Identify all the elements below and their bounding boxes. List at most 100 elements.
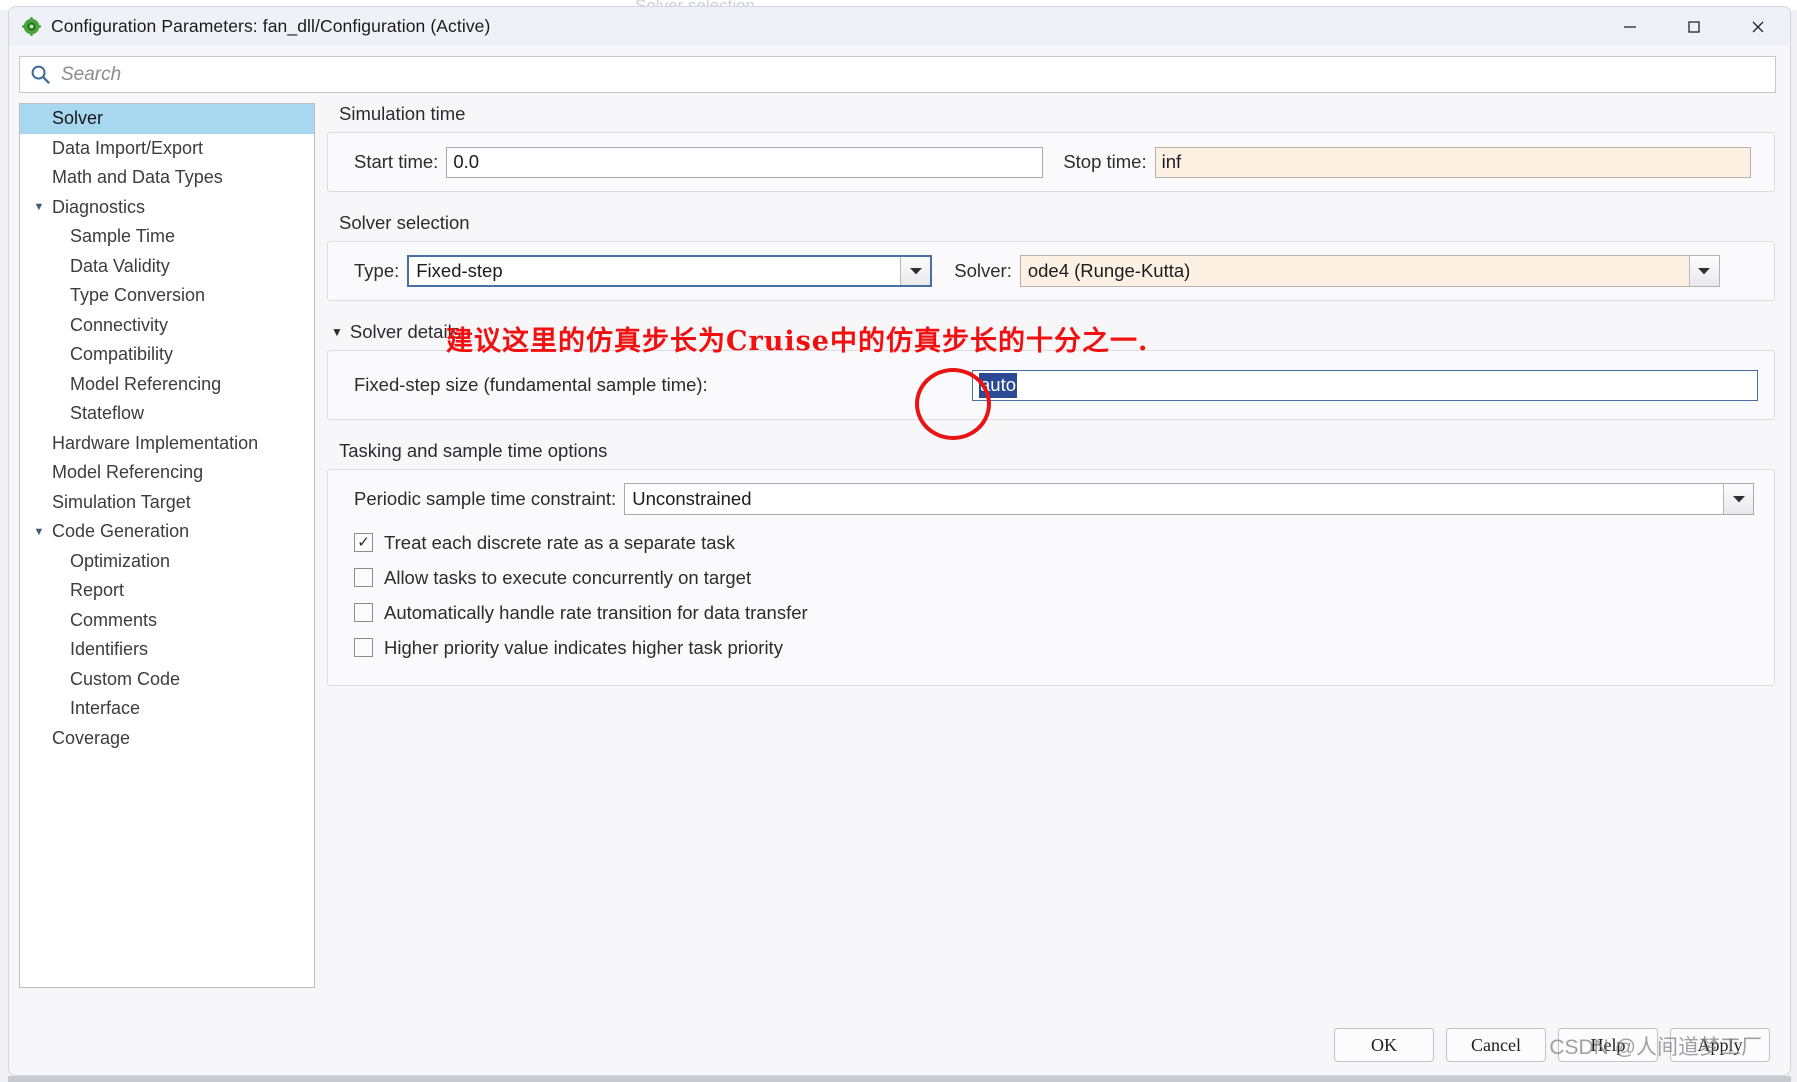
sidebar-item-connectivity[interactable]: Connectivity — [20, 311, 314, 341]
periodic-constraint-dropdown[interactable]: Unconstrained — [624, 483, 1754, 515]
sidebar-item-comments[interactable]: Comments — [20, 606, 314, 636]
dialog-body: Search Solver Data Import/Export Math and … — [8, 46, 1791, 1076]
window-bottom-edge — [8, 1076, 1791, 1082]
checkbox-label: Automatically handle rate transition for… — [384, 601, 808, 623]
solver-label: Solver: — [954, 260, 1012, 281]
checkbox-unchecked-icon[interactable] — [354, 568, 373, 587]
chevron-down-icon[interactable] — [900, 257, 931, 285]
minimize-button[interactable] — [1598, 7, 1662, 46]
help-button[interactable]: Help — [1558, 1028, 1658, 1062]
solver-type-label: Type: — [354, 260, 400, 281]
apply-button[interactable]: Apply — [1670, 1028, 1770, 1062]
checkbox-row[interactable]: Allow tasks to execute concurrently on t… — [354, 560, 1758, 595]
sidebar-item-type-conversion[interactable]: Type Conversion — [20, 281, 314, 311]
start-time-input[interactable]: 0.0 — [446, 146, 1044, 178]
sidebar-item-model-referencing[interactable]: Model Referencing — [20, 458, 314, 488]
configuration-parameters-dialog: Solver selection Configuration Parameter… — [0, 0, 1797, 1082]
sidebar-item-custom-code[interactable]: Custom Code — [20, 665, 314, 695]
tasking-heading: Tasking and sample time options — [339, 440, 608, 461]
checkbox-label: Treat each discrete rate as a separate t… — [384, 531, 735, 553]
close-button[interactable] — [1726, 7, 1790, 46]
sidebar-item-data-validity[interactable]: Data Validity — [20, 252, 314, 282]
ok-button[interactable]: OK — [1334, 1028, 1434, 1062]
simulation-time-row: Start time: 0.0 Stop time: inf — [344, 146, 1758, 178]
fixed-step-size-label: Fixed-step size (fundamental sample time… — [354, 374, 708, 395]
fixed-step-size-row: Fixed-step size (fundamental sample time… — [344, 369, 1758, 401]
sidebar-item-label: Code Generation — [52, 521, 190, 542]
search-input[interactable]: Search — [19, 56, 1776, 93]
sidebar-item-label: Solver — [52, 108, 104, 129]
solver-selection-group: Type: Fixed-step Solver: ode4 (Runge-Kut… — [327, 241, 1775, 301]
sidebar-item-label: Data Import/Export — [52, 137, 204, 158]
sidebar-item-label: Optimization — [70, 550, 171, 571]
sidebar-item-label: Stateflow — [70, 403, 145, 424]
sidebar-item-label: Sample Time — [70, 226, 176, 247]
tasking-group: Periodic sample time constraint: Unconst… — [327, 469, 1775, 686]
solver-details-label: Solver details — [349, 321, 461, 342]
sidebar-item-label: Type Conversion — [70, 285, 206, 306]
sidebar-item-label: Compatibility — [70, 344, 174, 365]
solver-dropdown[interactable]: ode4 (Runge-Kutta) — [1019, 255, 1720, 287]
fixed-step-size-input[interactable]: auto — [972, 369, 1758, 401]
window-title: Configuration Parameters: fan_dll/Config… — [51, 16, 491, 36]
sidebar-item-optimization[interactable]: Optimization — [20, 547, 314, 577]
stop-time-input[interactable]: inf — [1154, 146, 1751, 178]
checkbox-unchecked-icon[interactable] — [354, 603, 373, 622]
sidebar-item-hardware-implementation[interactable]: Hardware Implementation — [20, 429, 314, 459]
checkbox-checked-icon[interactable]: ✓ — [354, 533, 373, 552]
sidebar-item-identifiers[interactable]: Identifiers — [20, 635, 314, 665]
sidebar-item-code-generation[interactable]: ▼ Code Generation — [20, 517, 314, 547]
sidebar-item-label: Coverage — [52, 727, 131, 748]
sidebar-item-sample-time[interactable]: Sample Time — [20, 222, 314, 252]
triangle-down-icon[interactable]: ▼ — [30, 201, 48, 213]
sidebar-item-label: Diagnostics — [52, 196, 146, 217]
fixed-step-size-value: auto — [979, 372, 1018, 398]
search-icon — [30, 64, 51, 85]
solver-details-group: Fixed-step size (fundamental sample time… — [327, 350, 1775, 420]
solver-value: ode4 (Runge-Kutta) — [1027, 260, 1191, 281]
triangle-down-icon[interactable]: ▼ — [30, 526, 48, 538]
solver-type-value: Fixed-step — [416, 260, 503, 281]
checkbox-label: Higher priority value indicates higher t… — [384, 636, 783, 658]
sidebar-item-solver[interactable]: Solver — [20, 104, 314, 134]
sidebar-item-coverage[interactable]: Coverage — [20, 724, 314, 754]
sidebar-item-interface[interactable]: Interface — [20, 694, 314, 724]
checkbox-row[interactable]: ✓ Treat each discrete rate as a separate … — [354, 525, 1758, 560]
sidebar-item-label: Identifiers — [70, 639, 149, 660]
solver-selection-heading: Solver selection — [339, 212, 470, 233]
sidebar-item-compatibility[interactable]: Compatibility — [20, 340, 314, 370]
settings-panel: Simulation time Start time: 0.0 Stop tim… — [327, 103, 1775, 988]
sidebar-item-label: Data Validity — [70, 255, 170, 276]
sidebar-item-label: Report — [70, 580, 125, 601]
checkbox-row[interactable]: Higher priority value indicates higher t… — [354, 630, 1758, 665]
title-bar: Configuration Parameters: fan_dll/Config… — [8, 6, 1791, 46]
chevron-down-icon[interactable] — [1688, 256, 1719, 286]
maximize-button[interactable] — [1662, 7, 1726, 46]
sidebar-item-model-referencing[interactable]: Model Referencing — [20, 370, 314, 400]
sidebar-item-label: Comments — [70, 609, 158, 630]
settings-tree[interactable]: Solver Data Import/Export Math and Data Ty… — [19, 103, 315, 988]
sidebar-item-simulation-target[interactable]: Simulation Target — [20, 488, 314, 518]
sidebar-item-label: Connectivity — [70, 314, 169, 335]
sidebar-item-math-and-data-types[interactable]: Math and Data Types — [20, 163, 314, 193]
cancel-button[interactable]: Cancel — [1446, 1028, 1546, 1062]
search-placeholder-text: Search — [61, 63, 122, 85]
solver-selection-row: Type: Fixed-step Solver: ode4 (Runge-Kut… — [344, 255, 1758, 287]
simulink-gear-icon — [21, 17, 41, 37]
solver-details-disclosure[interactable]: ▼ Solver details — [331, 321, 1775, 343]
checkbox-row[interactable]: Automatically handle rate transition for… — [354, 595, 1758, 630]
triangle-down-icon: ▼ — [331, 325, 343, 339]
sidebar-item-data-import-export[interactable]: Data Import/Export — [20, 134, 314, 164]
simulation-time-group: Start time: 0.0 Stop time: inf — [327, 132, 1775, 192]
sidebar-item-stateflow[interactable]: Stateflow — [20, 399, 314, 429]
chevron-down-icon[interactable] — [1723, 484, 1753, 514]
solver-type-dropdown[interactable]: Fixed-step — [407, 255, 933, 287]
window-controls — [1598, 7, 1790, 46]
periodic-constraint-label: Periodic sample time constraint: — [354, 488, 617, 509]
sidebar-item-label: Simulation Target — [52, 491, 191, 512]
periodic-constraint-row: Periodic sample time constraint: Unconst… — [344, 483, 1758, 515]
sidebar-item-diagnostics[interactable]: ▼ Diagnostics — [20, 193, 314, 223]
checkbox-label: Allow tasks to execute concurrently on t… — [384, 566, 752, 588]
checkbox-unchecked-icon[interactable] — [354, 638, 373, 657]
sidebar-item-report[interactable]: Report — [20, 576, 314, 606]
